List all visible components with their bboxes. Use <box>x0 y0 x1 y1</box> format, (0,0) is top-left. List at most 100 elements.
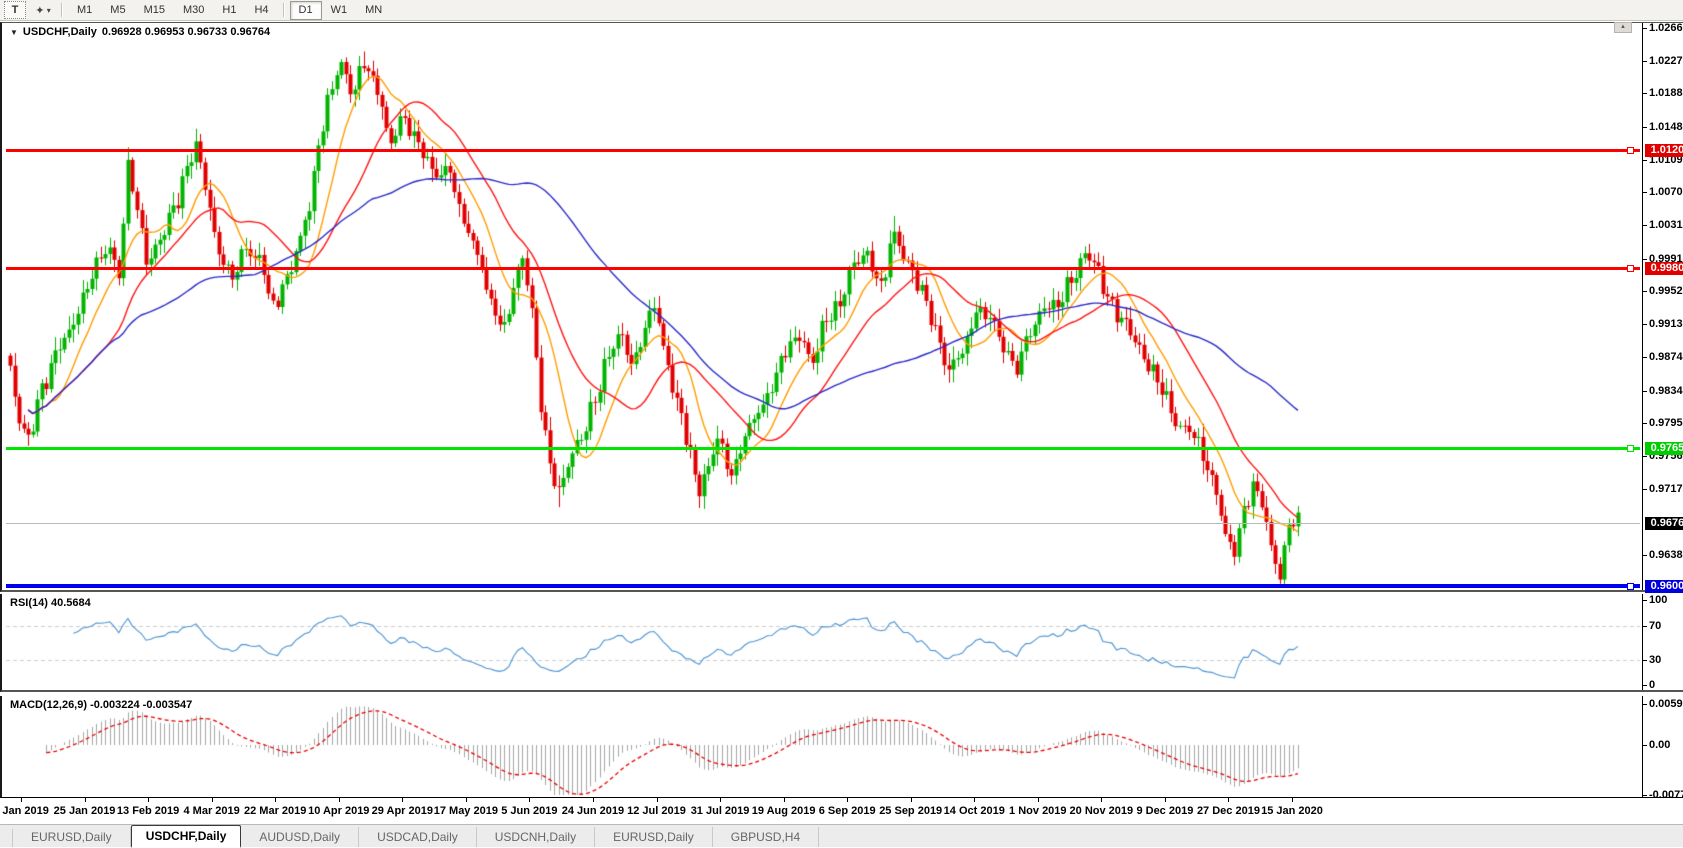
date-tick-mark <box>339 798 340 802</box>
timeframe-button-h1[interactable]: H1 <box>213 1 245 20</box>
drawing-styles-button[interactable]: ✦ ▾ <box>30 2 56 18</box>
timeframe-button-mn[interactable]: MN <box>356 1 391 20</box>
price-tick-label: 0.96380 <box>1649 549 1683 562</box>
tab-eurusd-daily[interactable]: EURUSD,Daily <box>13 827 131 847</box>
rsi-tick-mark <box>1642 660 1647 661</box>
date-label: 5 Jun 2019 <box>501 805 557 817</box>
price-tick-mark <box>1642 555 1647 556</box>
rsi-tick-label: 100 <box>1649 594 1667 607</box>
collapse-icon[interactable]: ▼ <box>10 28 18 37</box>
chart-symbol-label: USDCHF,Daily <box>23 26 97 38</box>
price-tick-label: 0.98340 <box>1649 385 1683 398</box>
date-tick-mark <box>148 798 149 802</box>
price-tick-mark <box>1642 93 1647 94</box>
price-tick-mark <box>1642 259 1647 260</box>
date-label: 9 Dec 2019 <box>1136 805 1193 817</box>
price-tick-mark <box>1642 489 1647 490</box>
price-badge-0.99800: 0.99800 <box>1645 262 1683 275</box>
price-tick-label: 0.97950 <box>1649 417 1683 430</box>
line-end-marker <box>1627 147 1634 154</box>
date-label: 25 Jan 2019 <box>54 805 116 817</box>
date-tick-mark <box>1165 798 1166 802</box>
macd-tick-label: 0.00 <box>1649 739 1670 752</box>
line-end-marker <box>1627 265 1634 272</box>
timeframe-button-m15[interactable]: M15 <box>135 1 174 20</box>
current-price-line[interactable] <box>6 523 1640 524</box>
date-label: 25 Sep 2019 <box>879 805 942 817</box>
line-end-marker <box>1627 445 1634 452</box>
timeframe-button-m1[interactable]: M1 <box>68 1 101 20</box>
resistance-line-lower[interactable] <box>6 267 1640 270</box>
rsi-canvas[interactable] <box>2 594 1642 690</box>
mt4-workspace: { "toolbar": { "text_tool_label": "T", "… <box>0 0 1683 847</box>
tab-usdchf-daily[interactable]: USDCHF,Daily <box>131 825 242 848</box>
dropdown-caret-icon: ▾ <box>44 6 50 15</box>
rsi-label: RSI(14) 40.5684 <box>10 597 91 609</box>
date-tick-mark <box>593 798 594 802</box>
line-end-marker <box>1627 583 1634 590</box>
tab-gbpusd-h4[interactable]: GBPUSD,H4 <box>713 827 819 847</box>
support-line-blue[interactable] <box>6 584 1640 588</box>
rsi-tick-label: 0 <box>1649 679 1655 692</box>
price-tick-mark <box>1642 291 1647 292</box>
tab-eurusd-daily[interactable]: EURUSD,Daily <box>595 827 713 847</box>
timeframe-button-d1[interactable]: D1 <box>290 1 322 20</box>
timeframe-button-w1[interactable]: W1 <box>322 1 357 20</box>
price-tick-label: 1.01880 <box>1649 87 1683 100</box>
price-tick-label: 0.97170 <box>1649 483 1683 496</box>
timeframe-group: M1M5M15M30H1H4 D1W1MN <box>68 1 391 20</box>
timeframe-button-h4[interactable]: H4 <box>245 1 277 20</box>
price-tick-label: 1.02270 <box>1649 55 1683 68</box>
date-label: 20 Nov 2019 <box>1070 805 1134 817</box>
date-tick-mark <box>1101 798 1102 802</box>
macd-canvas[interactable] <box>2 696 1642 797</box>
macd-panel: MACD(12,26,9) -0.003224 -0.003547 0.0059… <box>0 696 1683 798</box>
date-label: 19 Aug 2019 <box>752 805 816 817</box>
date-label: 12 Jul 2019 <box>627 805 686 817</box>
date-axis[interactable]: 7 Jan 201925 Jan 201913 Feb 20194 Mar 20… <box>0 798 1683 824</box>
text-tool-button[interactable]: T <box>4 1 26 19</box>
rsi-tick-label: 30 <box>1649 654 1661 667</box>
price-tick-label: 1.00310 <box>1649 219 1683 232</box>
macd-tick-mark <box>1642 745 1647 746</box>
date-label: 15 Jan 2020 <box>1261 805 1323 817</box>
price-tick-mark <box>1642 192 1647 193</box>
date-label: 4 Mar 2019 <box>184 805 240 817</box>
rsi-tick-label: 70 <box>1649 620 1661 633</box>
rsi-tick-mark <box>1642 600 1647 601</box>
date-tick-mark <box>21 798 22 802</box>
rsi-axis-line <box>1642 594 1643 690</box>
tab-audusd-daily[interactable]: AUDUSD,Daily <box>241 827 359 847</box>
resistance-line-upper[interactable] <box>6 149 1640 152</box>
date-tick-mark <box>657 798 658 802</box>
date-tick-mark <box>85 798 86 802</box>
price-tick-label: 0.99520 <box>1649 285 1683 298</box>
date-tick-mark <box>466 798 467 802</box>
date-tick-mark <box>529 798 530 802</box>
support-line-green[interactable] <box>6 447 1640 450</box>
scroll-up-icon[interactable]: ▲ <box>1614 22 1632 33</box>
arrows-icon: ✦ <box>35 4 44 17</box>
tab-usdcad-daily[interactable]: USDCAD,Daily <box>359 827 477 847</box>
date-label: 10 Apr 2019 <box>308 805 369 817</box>
date-tick-mark <box>974 798 975 802</box>
price-tick-mark <box>1642 357 1647 358</box>
price-tick-mark <box>1642 391 1647 392</box>
timeframe-button-m5[interactable]: M5 <box>101 1 134 20</box>
toolbar-separator <box>61 3 63 17</box>
price-tick-mark <box>1642 324 1647 325</box>
price-chart-canvas[interactable] <box>2 23 1642 591</box>
price-tick-mark <box>1642 225 1647 226</box>
macd-tick-label: 0.005986 <box>1649 698 1683 711</box>
tab-usdcnh-daily[interactable]: USDCNH,Daily <box>477 827 595 847</box>
macd-label: MACD(12,26,9) -0.003224 -0.003547 <box>10 699 192 711</box>
timeframe-button-m30[interactable]: M30 <box>174 1 213 20</box>
date-label: 22 Mar 2019 <box>244 805 306 817</box>
date-tick-mark <box>212 798 213 802</box>
rsi-panel: RSI(14) 40.5684 100 70 30 0 <box>0 594 1683 692</box>
price-tick-mark <box>1642 28 1647 29</box>
date-tick-mark <box>402 798 403 802</box>
date-tick-mark <box>1228 798 1229 802</box>
price-badge-0.96764: 0.96764 <box>1645 517 1683 530</box>
price-badge-0.97658: 0.97658 <box>1645 442 1683 455</box>
